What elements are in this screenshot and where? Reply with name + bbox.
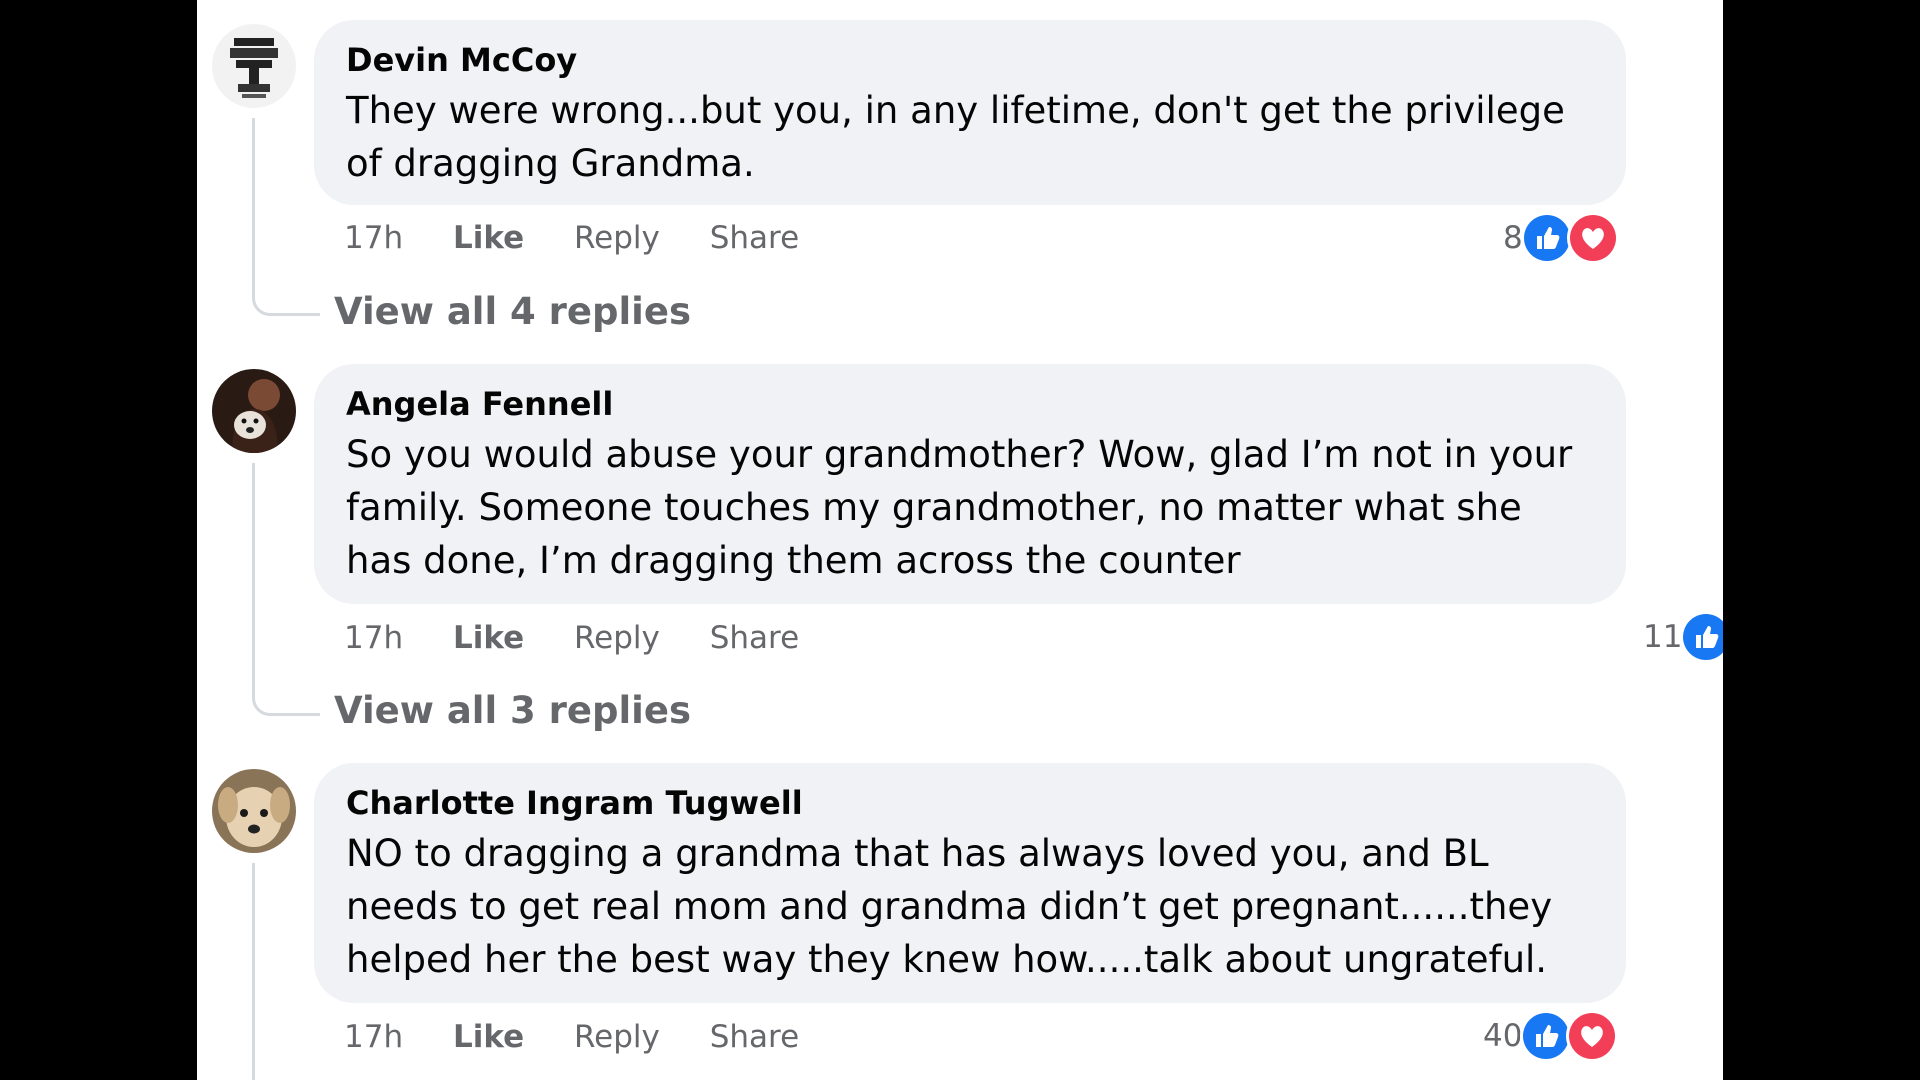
thread-line xyxy=(252,118,255,288)
love-icon xyxy=(1566,212,1619,264)
like-button[interactable]: Like xyxy=(453,616,524,660)
view-replies-link[interactable]: View all 4 replies xyxy=(334,290,691,334)
reply-button[interactable]: Reply xyxy=(574,616,660,660)
comment-text: So you would abuse your grandmother? Wow… xyxy=(346,433,1573,582)
thread-line xyxy=(252,863,255,1080)
reaction-count: 40 xyxy=(1483,1018,1523,1054)
reaction-summary[interactable]: 11 xyxy=(1643,611,1723,663)
comment-actions: 17h Like Reply Share xyxy=(344,616,839,660)
comment-time[interactable]: 17h xyxy=(344,616,403,660)
like-button[interactable]: Like xyxy=(453,216,524,260)
avatar-angela-fennell[interactable] xyxy=(212,369,296,453)
comment-author[interactable]: Charlotte Ingram Tugwell xyxy=(346,783,1594,823)
comment-author[interactable]: Devin McCoy xyxy=(346,40,1594,80)
avatar-devin-mccoy[interactable] xyxy=(212,24,296,108)
reply-button[interactable]: Reply xyxy=(574,216,660,260)
comment-bubble: Angela Fennell So you would abuse your g… xyxy=(314,364,1626,604)
comment-bubble: Charlotte Ingram Tugwell NO to dragging … xyxy=(314,763,1626,1003)
comment-text: They were wrong...but you, in any lifeti… xyxy=(346,89,1565,185)
thread-line xyxy=(252,463,255,688)
comment-author[interactable]: Angela Fennell xyxy=(346,384,1594,424)
comment-time[interactable]: 17h xyxy=(344,1015,403,1059)
comment-actions: 17h Like Reply Share xyxy=(344,1015,839,1059)
reaction-count: 8 xyxy=(1503,220,1523,256)
reaction-summary[interactable]: 8 xyxy=(1503,212,1619,264)
share-button[interactable]: Share xyxy=(710,216,799,260)
reaction-count: 11 xyxy=(1643,619,1683,655)
like-icon xyxy=(1520,212,1573,264)
like-icon xyxy=(1680,611,1723,663)
share-button[interactable]: Share xyxy=(710,1015,799,1059)
comment-time[interactable]: 17h xyxy=(344,216,403,260)
reaction-summary[interactable]: 40 xyxy=(1483,1010,1619,1062)
comment-actions: 17h Like Reply Share xyxy=(344,216,839,260)
like-button[interactable]: Like xyxy=(453,1015,524,1059)
comment-text: NO to dragging a grandma that has always… xyxy=(346,832,1553,981)
thread-connector xyxy=(252,688,320,716)
like-icon xyxy=(1520,1010,1573,1062)
comments-panel: Devin McCoy They were wrong...but you, i… xyxy=(197,0,1723,1080)
avatar-charlotte-ingram-tugwell[interactable] xyxy=(212,769,296,853)
share-button[interactable]: Share xyxy=(710,616,799,660)
reply-button[interactable]: Reply xyxy=(574,1015,660,1059)
thread-connector xyxy=(252,288,320,316)
view-replies-link[interactable]: View all 3 replies xyxy=(334,689,691,733)
comment-bubble: Devin McCoy They were wrong...but you, i… xyxy=(314,20,1626,205)
love-icon xyxy=(1566,1010,1619,1062)
